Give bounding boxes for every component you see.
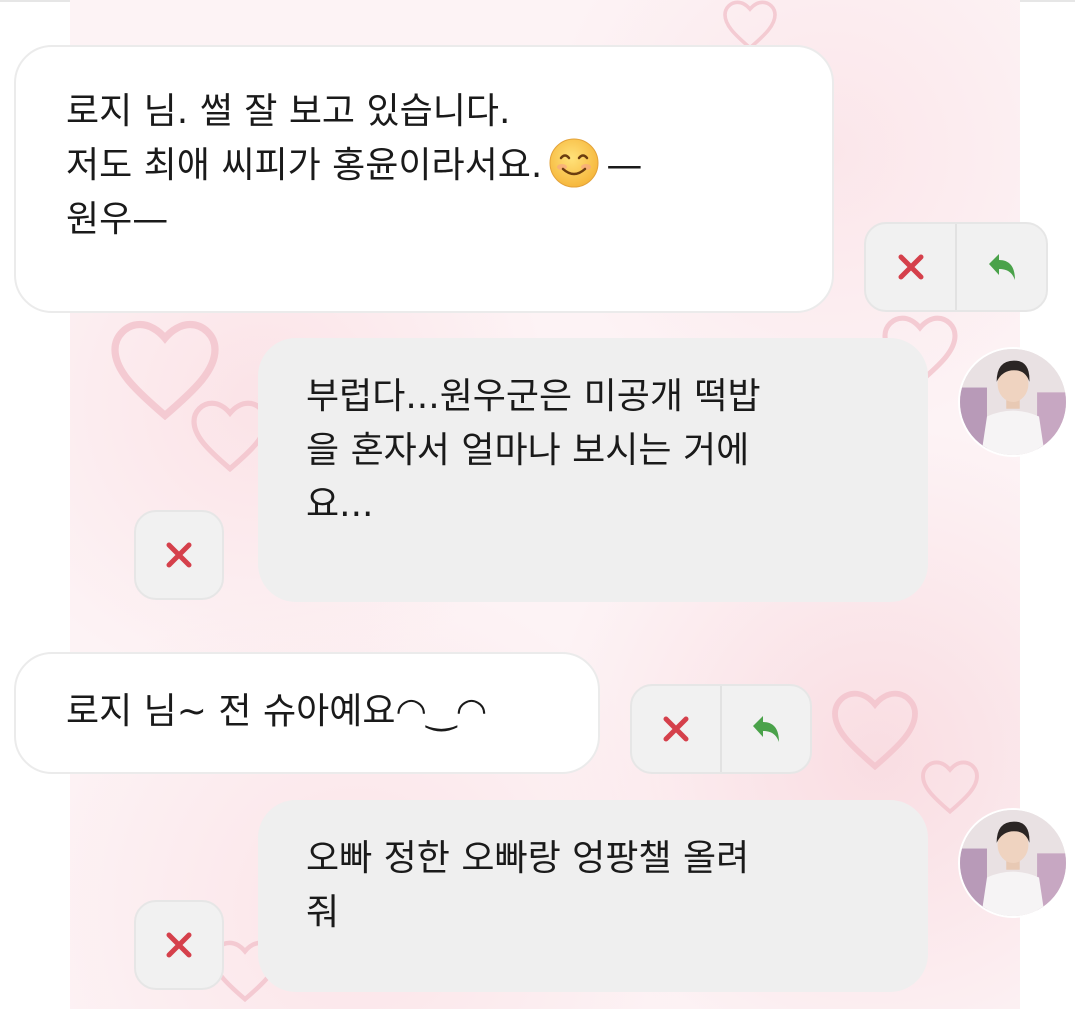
message-actions <box>864 222 1048 312</box>
avatar[interactable] <box>958 347 1068 457</box>
reply-icon <box>988 254 1015 280</box>
message-actions <box>630 684 812 774</box>
delete-button[interactable] <box>632 686 720 772</box>
message-text-line: 줘 <box>306 892 340 933</box>
message-text-line: 원우— <box>66 199 169 240</box>
message-text-line: 오빠 정한 오빠랑 엉팡챌 올려 <box>306 838 750 879</box>
sent-message-bubble: 오빠 정한 오빠랑 엉팡챌 올려 줘 <box>258 800 928 992</box>
received-message-bubble: 로지 님~ 전 슈아예요◠‿◠ <box>14 652 600 774</box>
avatar[interactable] <box>958 808 1068 918</box>
close-icon <box>166 932 192 958</box>
message-text-line: 을 혼자서 얼마나 보시는 거에 <box>306 430 750 471</box>
close-icon <box>166 542 192 568</box>
received-message-bubble: 로지 님. 썰 잘 보고 있습니다. 저도 최애 씨피가 홍윤이라서요. — 원우… <box>14 45 834 313</box>
delete-button[interactable] <box>134 510 224 600</box>
reply-icon <box>753 716 779 742</box>
delete-button[interactable] <box>866 224 955 310</box>
message-text-line: 요... <box>306 484 374 525</box>
delete-button[interactable] <box>134 900 224 990</box>
message-text: 저도 최애 씨피가 홍윤이라서요. <box>66 145 543 186</box>
message-text-line: 로지 님. 썰 잘 보고 있습니다. <box>66 91 511 132</box>
sent-message-bubble: 부럽다...원우군은 미공개 떡밥 을 혼자서 얼마나 보시는 거에 요... <box>258 338 928 602</box>
close-icon <box>898 254 923 280</box>
message-text-line: 저도 최애 씨피가 홍윤이라서요. — <box>66 137 782 193</box>
message-text-line: 로지 님~ 전 슈아예요◠‿◠ <box>66 691 488 732</box>
smiling-face-emoji-icon <box>548 137 600 189</box>
message-text: — <box>606 145 643 186</box>
heart-decoration-icon <box>720 0 780 50</box>
reply-button[interactable] <box>955 224 1046 310</box>
reply-button[interactable] <box>720 686 810 772</box>
message-text-line: 부럽다...원우군은 미공개 떡밥 <box>306 376 761 417</box>
close-icon <box>663 716 689 742</box>
heart-decoration-icon <box>830 690 920 770</box>
heart-decoration-icon <box>920 760 980 814</box>
